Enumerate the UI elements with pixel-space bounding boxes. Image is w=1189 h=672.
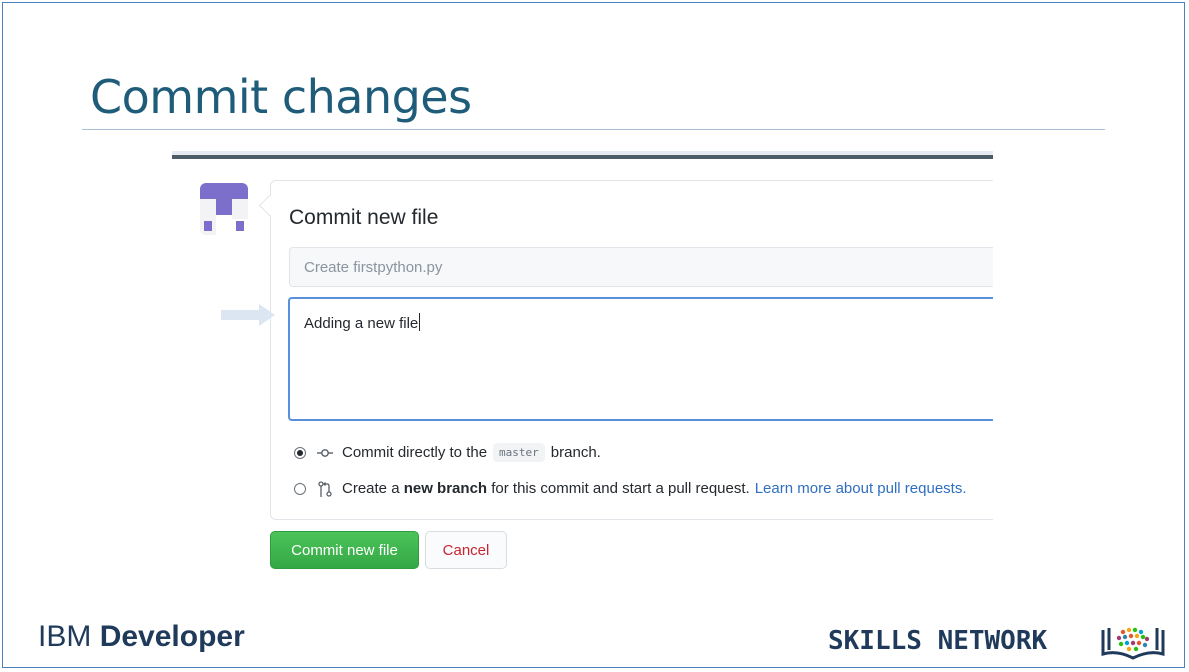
option-new-branch-bold: new branch: [403, 480, 488, 497]
option-commit-direct[interactable]: Commit directly to the master branch.: [294, 443, 601, 462]
branch-name-badge: master: [493, 443, 545, 462]
ibm-product-text: Developer: [99, 620, 245, 653]
option-direct-prefix: Commit directly to the: [342, 444, 488, 461]
text-cursor: [419, 313, 421, 331]
commit-description-textarea[interactable]: Adding a new file: [288, 297, 993, 421]
git-pull-request-icon: [316, 480, 334, 497]
title-divider: [82, 129, 1105, 130]
pull-request-help-link[interactable]: Learn more about pull requests.: [755, 480, 967, 497]
cancel-button[interactable]: Cancel: [425, 531, 507, 569]
git-commit-icon: [316, 448, 334, 458]
option-new-branch[interactable]: Create a new branch for this commit and …: [294, 480, 967, 497]
ibm-developer-logo: IBM Developer: [38, 620, 245, 654]
commit-new-file-button[interactable]: Commit new file: [270, 531, 419, 569]
arrow-right-icon: [221, 304, 275, 326]
description-text: Adding a new file: [304, 315, 419, 332]
commit-summary-input[interactable]: [289, 247, 993, 287]
ibm-brand-text: IBM: [38, 620, 92, 653]
option-new-branch-suffix: for this commit and start a pull request…: [491, 480, 750, 497]
option-new-branch-prefix: Create a: [342, 480, 400, 497]
skills-network-logo: SKILLS NETWORK: [828, 626, 1048, 656]
skills-network-book-icon: [1101, 627, 1165, 660]
commit-form-heading: Commit new file: [289, 206, 439, 229]
radio-new-branch[interactable]: [294, 482, 306, 495]
screenshot-top-bar: [172, 155, 993, 159]
radio-commit-direct[interactable]: [294, 446, 306, 459]
avatar[interactable]: [200, 183, 248, 235]
option-direct-suffix: branch.: [550, 444, 601, 461]
slide-title: Commit changes: [90, 70, 472, 124]
